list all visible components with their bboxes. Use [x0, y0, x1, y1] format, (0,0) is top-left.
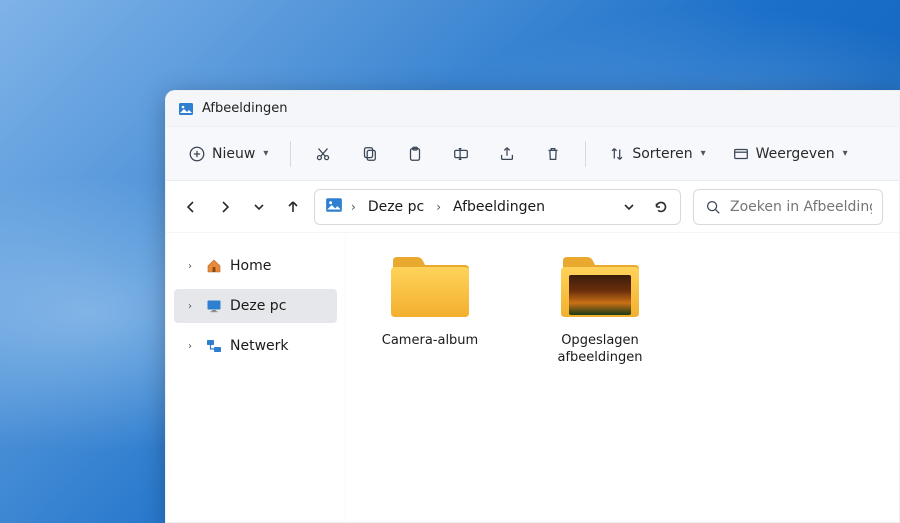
toolbar-separator — [585, 141, 586, 167]
window-title: Afbeeldingen — [202, 101, 287, 116]
monitor-icon — [206, 298, 222, 314]
chevron-down-icon: ▾ — [843, 148, 848, 159]
address-dropdown[interactable] — [620, 198, 638, 216]
sort-button[interactable]: Sorteren ▾ — [598, 136, 715, 172]
folder-label: Opgeslagen afbeeldingen — [540, 333, 660, 367]
search-icon — [704, 198, 722, 216]
clipboard-icon — [406, 145, 424, 163]
sidebar-item-network[interactable]: › Netwerk — [174, 329, 337, 363]
view-button-label: Weergeven — [756, 146, 835, 162]
rename-button[interactable] — [441, 136, 481, 172]
search-input[interactable] — [730, 199, 872, 215]
network-icon — [206, 338, 222, 354]
home-icon — [206, 258, 222, 274]
share-icon — [498, 145, 516, 163]
sort-icon — [608, 145, 626, 163]
chevron-down-icon: ▾ — [701, 148, 706, 159]
chevron-right-icon: › — [188, 301, 198, 312]
trash-icon — [544, 145, 562, 163]
breadcrumb-current[interactable]: Afbeeldingen — [449, 197, 549, 217]
folder-icon — [387, 253, 473, 323]
paste-button[interactable] — [395, 136, 435, 172]
folder-thumbnail — [569, 275, 631, 315]
folder-icon — [557, 253, 643, 323]
breadcrumb-root[interactable]: Deze pc — [364, 197, 428, 217]
sidebar-item-label: Netwerk — [230, 338, 289, 354]
chevron-right-icon: › — [188, 261, 198, 272]
plus-circle-icon — [188, 145, 206, 163]
chevron-right-icon: › — [188, 341, 198, 352]
sort-button-label: Sorteren — [632, 146, 692, 162]
address-bar[interactable]: › Deze pc › Afbeeldingen — [314, 189, 681, 225]
copy-button[interactable] — [349, 136, 389, 172]
explorer-body: › Home › Deze pc › Netwerk — [166, 233, 899, 522]
cut-button[interactable] — [303, 136, 343, 172]
chevron-right-icon: › — [351, 200, 356, 214]
file-explorer-window: Afbeeldingen Nieuw ▾ — [165, 90, 900, 523]
command-toolbar: Nieuw ▾ — [166, 127, 899, 181]
chevron-down-icon: ▾ — [263, 148, 268, 159]
navigation-row: › Deze pc › Afbeeldingen — [166, 181, 899, 233]
sidebar-item-label: Deze pc — [230, 298, 286, 314]
rename-icon — [452, 145, 470, 163]
recent-dropdown[interactable] — [250, 198, 268, 216]
folder-saved-pictures[interactable]: Opgeslagen afbeeldingen — [540, 253, 660, 367]
view-icon — [732, 145, 750, 163]
navigation-pane: › Home › Deze pc › Netwerk — [166, 233, 346, 522]
up-button[interactable] — [284, 198, 302, 216]
forward-button[interactable] — [216, 198, 234, 216]
view-button[interactable]: Weergeven ▾ — [722, 136, 858, 172]
delete-button[interactable] — [533, 136, 573, 172]
pictures-icon — [325, 196, 343, 218]
sidebar-item-label: Home — [230, 258, 271, 274]
new-button[interactable]: Nieuw ▾ — [178, 136, 278, 172]
refresh-button[interactable] — [652, 198, 670, 216]
folder-camera-album[interactable]: Camera-album — [370, 253, 490, 350]
content-pane: Camera-album Opgeslagen afbeeldingen — [346, 233, 899, 522]
chevron-right-icon: › — [436, 200, 441, 214]
pictures-icon — [178, 101, 194, 117]
share-button[interactable] — [487, 136, 527, 172]
back-button[interactable] — [182, 198, 200, 216]
sidebar-item-home[interactable]: › Home — [174, 249, 337, 283]
folder-label: Camera-album — [382, 333, 478, 350]
titlebar: Afbeeldingen — [166, 91, 899, 127]
new-button-label: Nieuw — [212, 146, 255, 162]
copy-icon — [360, 145, 378, 163]
toolbar-separator — [290, 141, 291, 167]
scissors-icon — [314, 145, 332, 163]
nav-arrows — [182, 198, 302, 216]
search-box[interactable] — [693, 189, 883, 225]
sidebar-item-this-pc[interactable]: › Deze pc — [174, 289, 337, 323]
